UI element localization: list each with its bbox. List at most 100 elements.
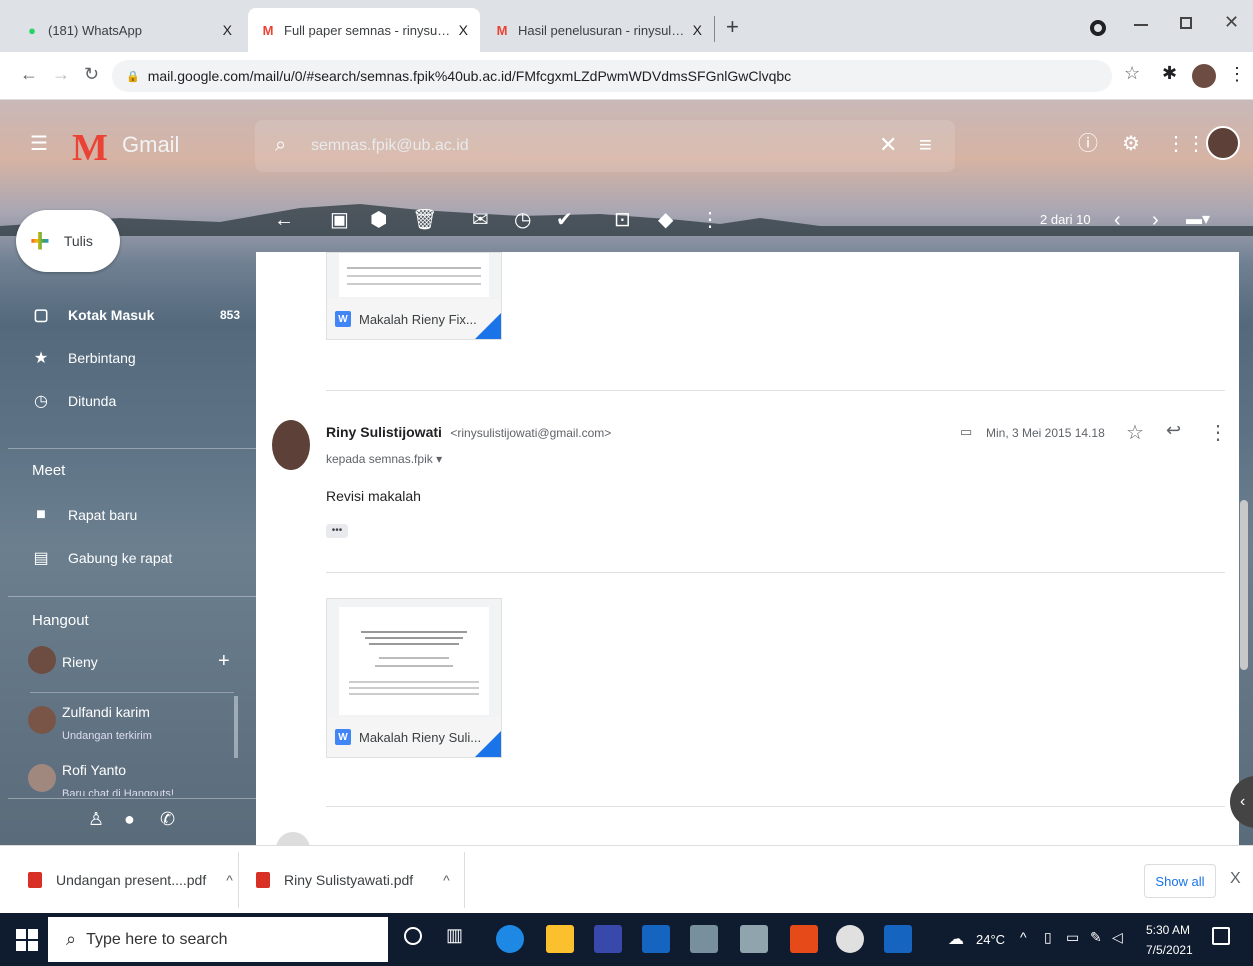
- download-options-chevron-icon[interactable]: ^: [226, 872, 233, 888]
- download-item[interactable]: Undangan present....pdf ^: [28, 864, 233, 896]
- clear-search-icon[interactable]: ✕: [879, 132, 897, 158]
- clock-date[interactable]: 7/5/2021: [1146, 943, 1193, 957]
- nav-item-starred[interactable]: ★ Berbintang: [30, 343, 240, 373]
- file-explorer-icon[interactable]: [546, 925, 574, 953]
- tab-close-icon[interactable]: X: [693, 22, 702, 38]
- windows-start-icon[interactable]: [16, 929, 38, 951]
- archive-icon[interactable]: ▣: [330, 210, 349, 230]
- mail-icon[interactable]: [642, 925, 670, 953]
- bookmark-star-icon[interactable]: ☆: [1124, 63, 1140, 84]
- older-icon[interactable]: ›: [1152, 210, 1159, 230]
- compose-button[interactable]: + Tulis: [16, 210, 120, 272]
- reply-icon[interactable]: ↩: [1166, 420, 1181, 441]
- show-all-downloads-button[interactable]: Show all: [1144, 864, 1216, 898]
- delete-icon[interactable]: 🗑: [412, 210, 437, 230]
- phone-icon[interactable]: ✆: [160, 810, 175, 828]
- add-to-tasks-icon[interactable]: ✔: [556, 210, 573, 230]
- app-icon[interactable]: [690, 925, 718, 953]
- main-menu-icon[interactable]: ☰: [30, 134, 48, 154]
- sender-name[interactable]: Riny Sulistijowati: [326, 424, 442, 440]
- minimize-icon[interactable]: [1134, 24, 1148, 26]
- report-spam-icon[interactable]: ⬢: [370, 210, 387, 230]
- forward-icon[interactable]: →: [52, 64, 70, 85]
- hangout-scrollbar[interactable]: [234, 696, 238, 758]
- label-icon[interactable]: ◆: [658, 210, 673, 230]
- cortana-icon[interactable]: [404, 927, 422, 945]
- close-downloads-icon[interactable]: X: [1230, 870, 1241, 888]
- meet-join-meeting[interactable]: ▤ Gabung ke rapat: [30, 543, 240, 573]
- weather-icon[interactable]: ☁: [948, 929, 964, 949]
- taskbar-search-box[interactable]: ⌕ Type here to search: [48, 917, 388, 962]
- content-scrollbar[interactable]: [1240, 500, 1248, 670]
- contact-avatar[interactable]: [28, 764, 56, 792]
- chrome-icon[interactable]: [836, 925, 864, 953]
- hangout-chat-icon[interactable]: ●: [124, 810, 135, 828]
- recipient-dropdown-icon[interactable]: ▾: [436, 452, 442, 466]
- reload-icon[interactable]: ↻: [84, 64, 99, 85]
- window-close-icon[interactable]: ✕: [1224, 12, 1239, 33]
- new-tab-button[interactable]: +: [726, 14, 739, 40]
- download-options-chevron-icon[interactable]: ^: [443, 872, 450, 888]
- office-icon[interactable]: [790, 925, 818, 953]
- word-icon[interactable]: [884, 925, 912, 953]
- show-trimmed-content-button[interactable]: •••: [326, 524, 348, 538]
- help-icon[interactable]: ⓘ: [1078, 134, 1098, 154]
- download-item[interactable]: Riny Sulistyawati.pdf ^: [256, 864, 450, 896]
- next-sender-avatar[interactable]: [276, 832, 310, 845]
- attachment-card[interactable]: W Makalah Rieny Suli...: [326, 598, 502, 758]
- edge-browser-icon[interactable]: [496, 925, 524, 953]
- profile-avatar[interactable]: [1192, 64, 1216, 88]
- search-input[interactable]: semnas.fpik@ub.ac.id: [311, 137, 469, 155]
- tab-whatsapp[interactable]: ● (181) WhatsApp X: [12, 8, 244, 52]
- tab-close-icon[interactable]: X: [459, 22, 468, 38]
- network-icon[interactable]: ▯: [1044, 929, 1052, 946]
- volume-icon[interactable]: ◁: [1112, 929, 1123, 946]
- search-options-icon[interactable]: ≡: [919, 132, 932, 158]
- pen-icon[interactable]: ✎: [1090, 929, 1102, 946]
- nav-item-snoozed[interactable]: ◷ Ditunda: [30, 386, 240, 416]
- meet-new-meeting[interactable]: ■ Rapat baru: [30, 500, 240, 530]
- store-icon[interactable]: [594, 925, 622, 953]
- settings-gear-icon[interactable]: ⚙: [1122, 134, 1140, 154]
- gmail-logo-icon[interactable]: M: [72, 126, 108, 170]
- account-avatar[interactable]: [1206, 126, 1240, 160]
- contact-name[interactable]: Rofi Yanto: [62, 762, 126, 778]
- clock-time[interactable]: 5:30 AM: [1146, 923, 1190, 937]
- app-icon[interactable]: [740, 925, 768, 953]
- back-icon[interactable]: ←: [20, 64, 38, 85]
- more-actions-icon[interactable]: ⋮: [700, 210, 720, 230]
- tab-hasil-penelusuran[interactable]: M Hasil penelusuran - rinysulistijo X: [482, 8, 714, 52]
- star-message-icon[interactable]: ☆: [1126, 420, 1144, 445]
- browser-profile-icon[interactable]: [1090, 20, 1106, 36]
- back-to-search-icon[interactable]: ←: [274, 210, 294, 230]
- contact-avatar[interactable]: [28, 706, 56, 734]
- tab-full-paper[interactable]: M Full paper semnas - rinysulistijo X: [248, 8, 480, 52]
- nav-item-inbox[interactable]: ▢ Kotak Masuk 853: [30, 300, 240, 330]
- apps-grid-icon[interactable]: ⋮⋮: [1166, 134, 1206, 154]
- sender-avatar[interactable]: [272, 420, 310, 470]
- contact-name[interactable]: Zulfandi karim: [62, 704, 150, 720]
- attachment-card[interactable]: W Makalah Rieny Fix...: [326, 252, 502, 340]
- weather-temp[interactable]: 24°C: [976, 932, 1005, 947]
- input-tools-icon[interactable]: ▬▾: [1186, 212, 1210, 228]
- url-field[interactable]: 🔒 mail.google.com/mail/u/0/#search/semna…: [112, 60, 1112, 92]
- browser-menu-icon[interactable]: ⋮: [1228, 64, 1246, 85]
- add-contact-icon[interactable]: +: [218, 650, 230, 673]
- search-icon[interactable]: ⌕: [275, 134, 286, 157]
- restore-icon[interactable]: [1180, 17, 1192, 29]
- tray-expand-icon[interactable]: ^: [1020, 929, 1027, 945]
- notification-center-icon[interactable]: [1212, 927, 1230, 945]
- mark-unread-icon[interactable]: ✉: [472, 210, 489, 230]
- message-more-icon[interactable]: ⋮: [1208, 420, 1228, 445]
- newer-icon[interactable]: ‹: [1114, 210, 1121, 230]
- hangout-self-avatar[interactable]: [28, 646, 56, 674]
- contacts-person-icon[interactable]: ♙: [88, 810, 104, 828]
- battery-icon[interactable]: ▭: [1066, 929, 1079, 946]
- task-view-icon[interactable]: ▥: [446, 925, 463, 946]
- recipient-line[interactable]: kepada semnas.fpik ▾: [326, 452, 442, 466]
- move-to-icon[interactable]: ⊡: [614, 210, 631, 230]
- extensions-icon[interactable]: ✱: [1162, 63, 1177, 84]
- snooze-icon[interactable]: ◷: [514, 210, 531, 230]
- search-bar[interactable]: ⌕ semnas.fpik@ub.ac.id ✕ ≡: [255, 120, 955, 172]
- tab-close-icon[interactable]: X: [223, 22, 232, 38]
